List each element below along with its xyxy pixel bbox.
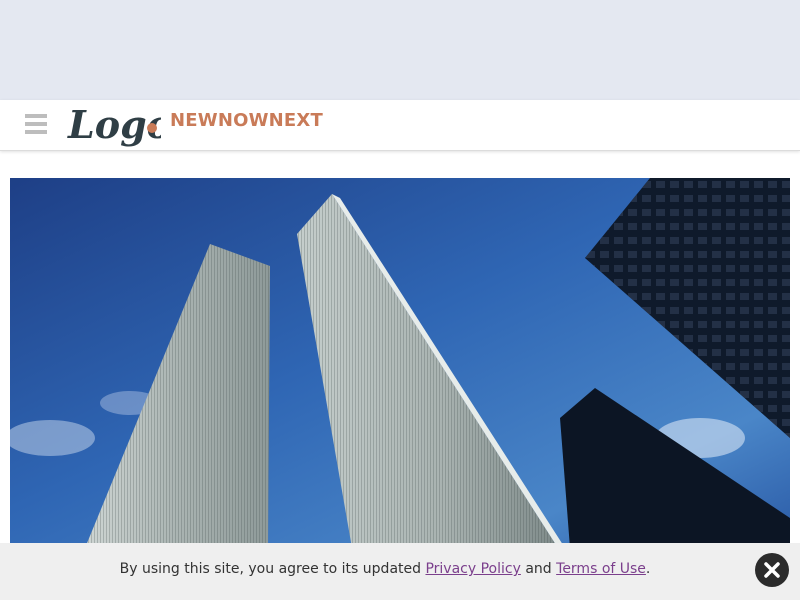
- svg-text:Logo: Logo: [67, 102, 161, 147]
- consent-text-middle: and: [520, 561, 557, 577]
- menu-button[interactable]: [25, 114, 47, 138]
- logo-image: Logo: [67, 102, 172, 147]
- close-icon: [764, 562, 780, 578]
- privacy-policy-link[interactable]: Privacy Policy: [425, 561, 520, 577]
- ad-banner: [0, 0, 800, 100]
- hero-image: [10, 178, 790, 548]
- brand-name[interactable]: NEWNOWNEXT: [170, 110, 323, 131]
- hamburger-menu-icon: [25, 114, 47, 134]
- logo[interactable]: Logo: [66, 100, 172, 150]
- consent-text-after: .: [645, 561, 651, 577]
- terms-of-use-link[interactable]: Terms of Use: [556, 561, 646, 577]
- close-consent-button[interactable]: [755, 553, 789, 587]
- site-header: Logo NEWNOWNEXT: [0, 100, 800, 151]
- cookie-consent-bar: By using this site, you agree to its upd…: [0, 543, 800, 600]
- consent-message: By using this site, you agree to its upd…: [0, 561, 770, 577]
- consent-text-before: By using this site, you agree to its upd…: [119, 561, 426, 577]
